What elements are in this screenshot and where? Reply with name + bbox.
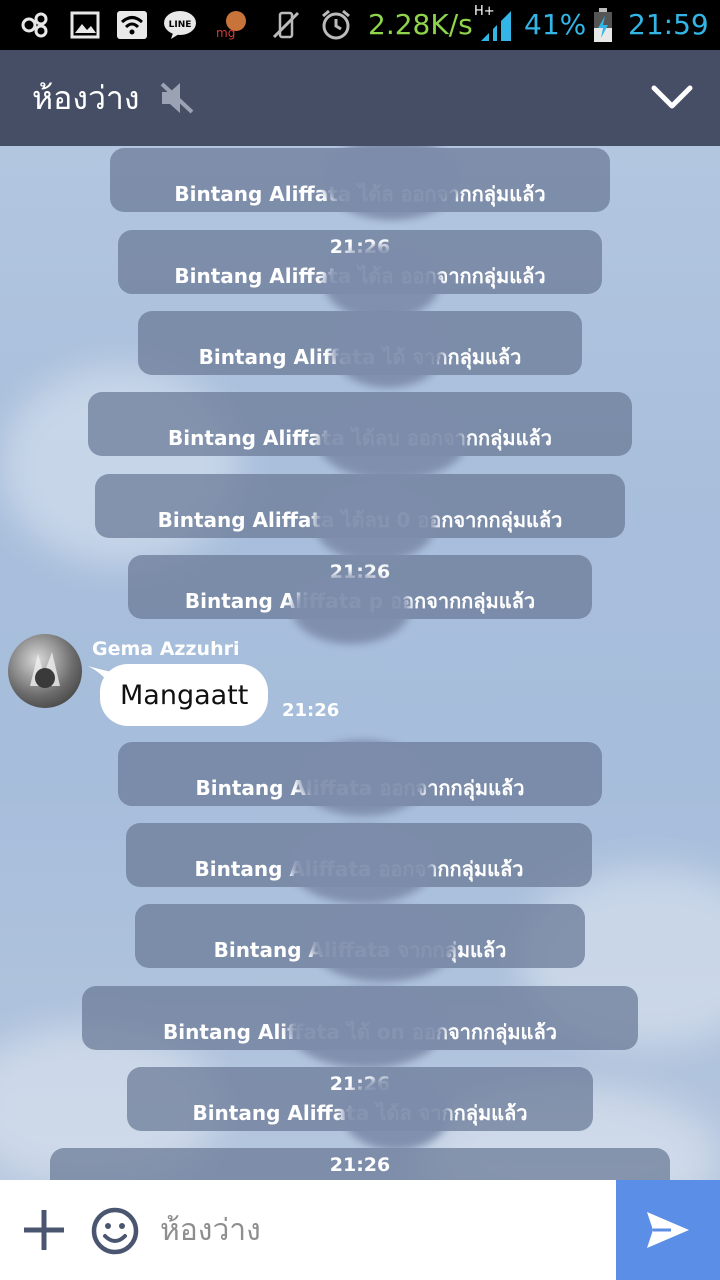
clock: 21:59 [628,8,709,41]
redaction-blur [314,484,436,562]
svg-text:LINE: LINE [169,20,192,30]
send-arrow-icon [647,1212,689,1248]
chat-header: ห้องว่าง [0,50,720,146]
redaction-blur [288,988,444,1068]
message-input-bar [0,1180,720,1280]
redaction-blur [310,906,456,982]
wifi-icon [114,9,150,41]
sender-avatar[interactable] [8,634,82,708]
redaction-blur [342,1076,450,1150]
mute-speaker-icon [158,80,198,120]
line-app-icon: LINE [162,9,198,41]
redaction-blur [318,404,466,480]
sender-name: Gema Azzuhri [92,638,240,660]
svg-text:mg: mg [216,26,235,40]
alarm-icon [318,9,354,41]
room-title[interactable]: ห้องว่าง [32,76,140,120]
network-speed: 2.28K/s [368,8,473,41]
app-icon [18,9,52,41]
message-text: Mangaatt [120,679,249,711]
system-message: 21:26 [50,1148,670,1180]
image-icon [68,9,102,41]
network-type: H+ [474,4,495,19]
redaction-blur [292,574,410,644]
redaction-blur [324,246,440,320]
status-bar: LINE mg 2.28K/s H+ 41% 21:59 [0,0,720,50]
send-button[interactable] [616,1180,720,1280]
smiley-icon[interactable] [90,1206,140,1260]
chevron-down-icon[interactable] [650,82,694,116]
vibrate-off-icon [268,9,304,41]
chat-history[interactable]: Bintang Aliffata ได้ล ออกจากกลุ่มแล้ว 21… [0,146,720,1180]
message-input[interactable] [160,1200,600,1260]
signal-icon: H+ [474,4,514,41]
message-bubble[interactable]: Mangaatt [100,664,269,726]
battery-percent: 41% [524,8,587,41]
mg-app-icon: mg [212,9,252,41]
redaction-blur [298,740,428,816]
redaction-blur [332,312,444,388]
redaction-blur [290,826,434,904]
battery-charging-icon [592,8,614,42]
plus-icon[interactable] [22,1208,66,1256]
message-time: 21:26 [282,700,340,721]
system-message-time: 21:26 [329,1154,391,1176]
